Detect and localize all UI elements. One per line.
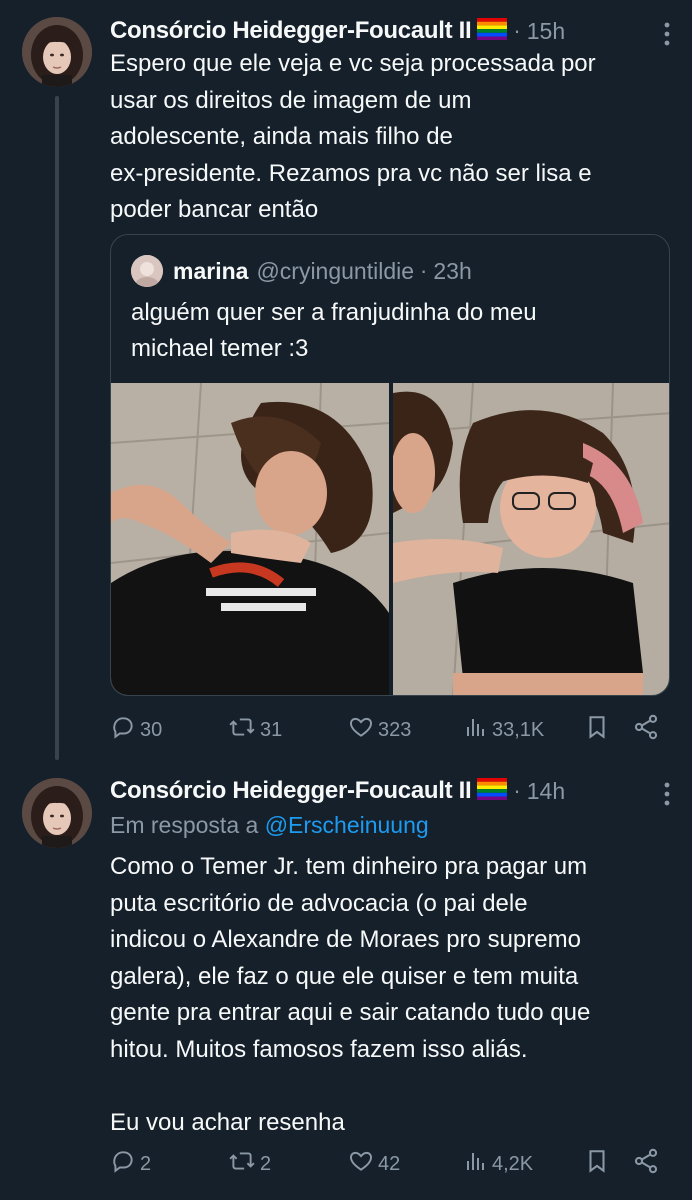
share-button[interactable] [632,1146,664,1182]
reply-icon [110,1148,140,1180]
separator-dot: · [420,258,428,283]
rainbow-flag-icon [477,777,508,805]
quote-avatar [131,255,163,287]
tweet-text: Espero que ele veja e vc seja processada… [110,50,596,223]
retweet-button[interactable]: 31 [228,712,282,748]
share-icon [632,713,664,747]
timestamp[interactable]: 14h [527,778,565,805]
reply-count: 2 [140,1152,152,1175]
share-icon [632,1147,664,1181]
bookmark-icon [584,714,614,746]
retweet-icon [228,714,260,746]
like-button[interactable]: 323 [348,712,411,748]
rainbow-flag-icon [477,17,508,45]
tweet-text: Como o Temer Jr. tem dinheiro pra pagar … [110,853,591,1136]
like-count: 42 [378,1152,401,1175]
action-bar: 30 31 323 33,1K [110,712,670,748]
timestamp[interactable]: 15h [527,18,565,45]
views-count: 33,1K [492,718,545,741]
tweet[interactable]: Consórcio Heidegger-Foucault II · 14h Em… [0,760,692,1200]
avatar[interactable] [22,778,92,848]
author-name[interactable]: Consórcio Heidegger-Foucault II [110,777,472,805]
reply-icon [110,714,140,746]
tweet-header: Consórcio Heidegger-Foucault II · 14h [110,774,672,808]
reply-count: 30 [140,718,163,741]
reply-button[interactable]: 2 [110,1146,151,1182]
photo[interactable] [392,383,669,695]
views-icon [464,714,492,746]
tweet-header: Consórcio Heidegger-Foucault II · 15h [110,14,672,48]
quote-author-handle: @cryinguntildie [256,257,415,284]
like-count: 323 [378,718,412,741]
retweet-count: 2 [260,1152,272,1175]
heart-icon [348,1148,378,1180]
reply-handle-link[interactable]: @Erscheinuung [265,812,429,838]
quote-media[interactable] [111,383,669,695]
retweet-button[interactable]: 2 [228,1146,271,1182]
avatar[interactable] [22,17,92,87]
retweet-icon [228,1148,260,1180]
like-button[interactable]: 42 [348,1146,400,1182]
quote-text: alguém quer ser a franjudinha do meu mic… [131,299,537,362]
tweet[interactable]: Consórcio Heidegger-Foucault II · 15h Es… [0,0,692,760]
share-button[interactable] [632,712,664,748]
views-icon [464,1148,492,1180]
more-dots-icon[interactable] [660,780,674,813]
quoted-tweet[interactable]: marina @cryinguntildie · 23h alguém quer… [110,234,670,696]
reply-prefix: Em resposta a [110,812,259,838]
action-bar: 2 2 42 4,2K [110,1146,670,1182]
bookmark-button[interactable] [584,1146,614,1182]
reply-button[interactable]: 30 [110,712,162,748]
bookmark-icon [584,1148,614,1180]
views-count: 4,2K [492,1152,534,1175]
thread-connector [55,96,59,760]
quote-author-name: marina [173,257,249,284]
timeline: Consórcio Heidegger-Foucault II · 15h Es… [0,0,692,1200]
heart-icon [348,714,378,746]
separator-dot: · [513,778,521,803]
separator-dot: · [513,18,521,43]
photo[interactable] [111,383,390,695]
quote-header: marina @cryinguntildie · 23h [131,255,472,287]
reply-context: Em resposta a @Erscheinuung [110,812,429,839]
views-button[interactable]: 33,1K [464,712,544,748]
views-button[interactable]: 4,2K [464,1146,533,1182]
quote-timestamp: 23h [433,257,472,284]
retweet-count: 31 [260,718,283,741]
bookmark-button[interactable] [584,712,614,748]
author-name[interactable]: Consórcio Heidegger-Foucault II [110,17,472,45]
